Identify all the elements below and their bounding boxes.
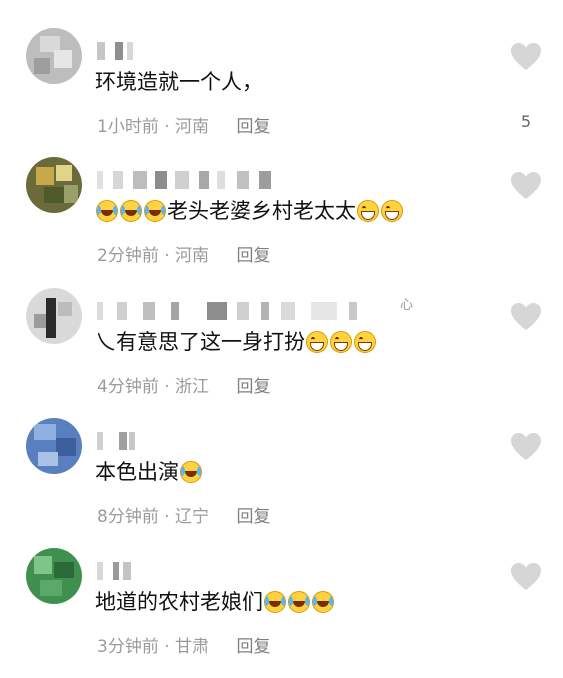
meta-separator: ·	[164, 377, 170, 397]
comment-item: 环境造就一个人， 1小时前 · 河南 回复 5	[0, 28, 563, 158]
reply-button[interactable]: 回复	[236, 507, 270, 527]
rofl-emoji-icon	[96, 200, 118, 222]
heart-icon[interactable]	[510, 562, 542, 592]
avatar[interactable]	[26, 28, 82, 84]
comment-item: 老头老婆乡村老太太 2分钟前 · 河南 回复	[0, 157, 563, 287]
comment-item: 地道的农村老娘们 3分钟前 · 甘肃 回复	[0, 548, 563, 678]
grin-emoji-icon	[357, 200, 379, 222]
comment-text-body: 本色出演	[95, 460, 179, 484]
comment-text-body: 老头老婆乡村老太太	[167, 199, 356, 223]
grin-emoji-icon	[306, 331, 328, 353]
reply-button[interactable]: 回复	[236, 637, 270, 657]
comment-time: 8分钟前	[97, 507, 159, 527]
comment-text: 环境造就一个人，	[95, 70, 263, 94]
comment-meta: 3分钟前 · 甘肃 回复	[97, 632, 270, 657]
comment-time: 2分钟前	[97, 246, 159, 266]
heart-icon[interactable]	[510, 42, 542, 72]
reply-button[interactable]: 回复	[236, 117, 270, 137]
comment-meta: 1小时前 · 河南 回复	[97, 112, 270, 137]
rofl-emoji-icon	[288, 591, 310, 613]
rofl-emoji-icon	[180, 461, 202, 483]
comment-time: 3分钟前	[97, 637, 159, 657]
comment-text-body: 地道的农村老娘们	[95, 590, 263, 614]
meta-separator: ·	[164, 246, 170, 266]
heart-icon[interactable]	[510, 171, 542, 201]
comment-location: 甘肃	[175, 637, 210, 657]
grin-emoji-icon	[330, 331, 352, 353]
meta-separator: ·	[164, 117, 170, 137]
comment-text-body: 乀有意思了这一身打扮	[95, 330, 305, 354]
comment-meta: 2分钟前 · 河南 回复	[97, 241, 270, 266]
comment-text: 本色出演	[95, 458, 203, 486]
comment-time: 4分钟前	[97, 377, 159, 397]
rofl-emoji-icon	[144, 200, 166, 222]
comment-location: 河南	[175, 117, 210, 137]
reply-button[interactable]: 回复	[236, 246, 270, 266]
comment-item: 心 乀有意思了这一身打扮 4分钟前 · 浙江 回复	[0, 288, 563, 418]
comment-meta: 8分钟前 · 辽宁 回复	[97, 502, 270, 527]
comment-item: 本色出演 8分钟前 · 辽宁 回复	[0, 418, 563, 548]
comment-location: 河南	[175, 246, 210, 266]
rofl-emoji-icon	[312, 591, 334, 613]
meta-separator: ·	[164, 637, 170, 657]
grin-emoji-icon	[381, 200, 403, 222]
grin-emoji-icon	[354, 331, 376, 353]
reply-button[interactable]: 回复	[236, 377, 270, 397]
rofl-emoji-icon	[264, 591, 286, 613]
comment-location: 浙江	[175, 377, 210, 397]
heart-icon[interactable]	[510, 432, 542, 462]
rofl-emoji-icon	[120, 200, 142, 222]
username-suffix: 心	[400, 298, 414, 313]
comment-text: 老头老婆乡村老太太	[95, 197, 404, 225]
comment-meta: 4分钟前 · 浙江 回复	[97, 372, 270, 397]
comment-time: 1小时前	[97, 117, 159, 137]
avatar[interactable]	[26, 157, 82, 213]
avatar[interactable]	[26, 548, 82, 604]
meta-separator: ·	[164, 507, 170, 527]
heart-icon[interactable]	[510, 302, 542, 332]
avatar[interactable]	[26, 418, 82, 474]
comment-text: 乀有意思了这一身打扮	[95, 328, 377, 356]
comment-location: 辽宁	[175, 507, 210, 527]
comment-text: 地道的农村老娘们	[95, 588, 335, 616]
like-count: 5	[520, 112, 532, 131]
avatar[interactable]	[26, 288, 82, 344]
